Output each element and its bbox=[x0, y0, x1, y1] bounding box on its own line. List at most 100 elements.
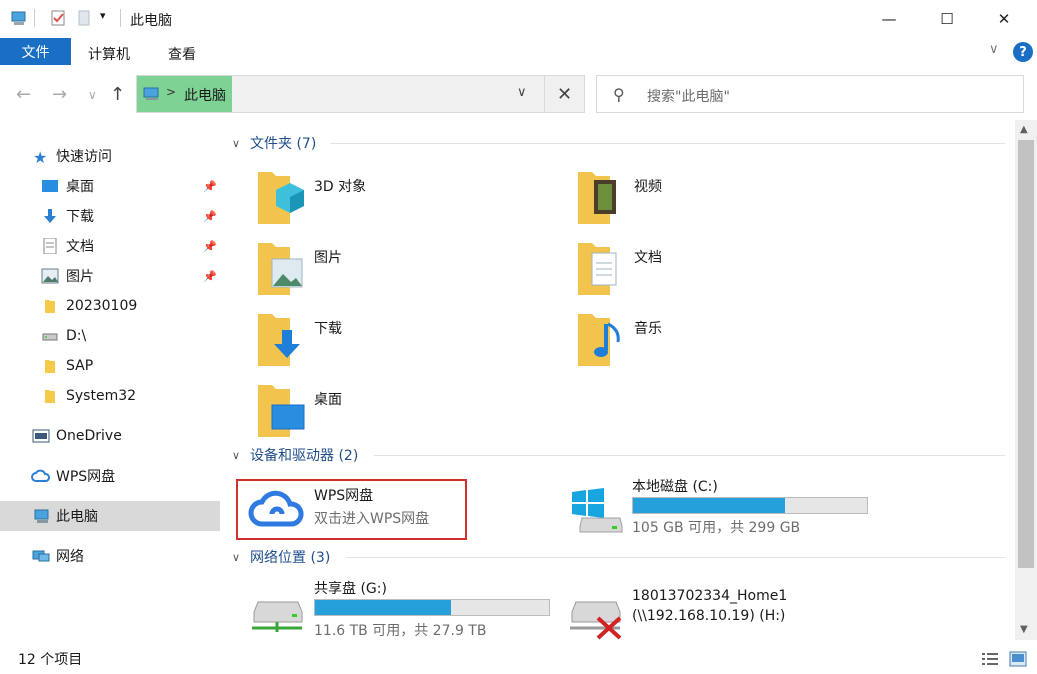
chevron-down-icon[interactable]: ∨ bbox=[232, 551, 250, 564]
help-button[interactable]: ? bbox=[1013, 42, 1033, 62]
pin-icon[interactable]: 📌 bbox=[203, 180, 217, 193]
capacity-bar bbox=[632, 497, 868, 514]
drive-path: (\\192.168.10.19) (H:) bbox=[632, 608, 786, 624]
sidebar-item-label: SAP bbox=[66, 358, 94, 374]
folder-icon bbox=[45, 360, 55, 373]
scroll-up-icon[interactable]: ▲ bbox=[1020, 124, 1028, 135]
sidebar-item-quick-access[interactable]: ★ 快速访问 bbox=[0, 141, 220, 171]
drive-home-h[interactable]: 18013702334_Home1 (\\192.168.10.19) (H:) bbox=[566, 588, 876, 640]
properties-icon[interactable] bbox=[49, 9, 67, 27]
clear-address-button[interactable]: ✕ bbox=[544, 76, 584, 112]
computer-icon bbox=[34, 509, 49, 523]
sidebar-item-pictures[interactable]: 图片 📌 bbox=[0, 261, 220, 291]
tab-file[interactable]: 文件 bbox=[0, 38, 71, 65]
group-header-folders[interactable]: ∨ 文件夹 (7) bbox=[232, 132, 316, 154]
ribbon-tabs: 文件 计算机 查看 ∨ ? bbox=[0, 38, 1037, 68]
large-icons-view-icon[interactable] bbox=[1009, 651, 1027, 667]
sidebar-item-20230109[interactable]: 20230109 bbox=[0, 291, 220, 321]
scroll-down-icon[interactable]: ▼ bbox=[1020, 624, 1028, 635]
video-icon bbox=[578, 172, 616, 224]
scrollbar-thumb[interactable] bbox=[1018, 140, 1034, 568]
drive-wps[interactable]: WPS网盘 双击进入WPS网盘 bbox=[248, 482, 478, 538]
sidebar-item-documents[interactable]: 文档 📌 bbox=[0, 231, 220, 261]
sidebar-item-label: 桌面 bbox=[66, 179, 94, 195]
divider bbox=[374, 455, 1005, 456]
folder-3d-objects[interactable]: 3D 对象 bbox=[256, 166, 556, 232]
sidebar-item-desktop[interactable]: 桌面 📌 bbox=[0, 171, 220, 201]
folder-videos[interactable]: 视频 bbox=[576, 166, 876, 232]
navigation-pane: ★ 快速访问 桌面 📌 下载 📌 文档 📌 图片 📌 20230109 D:\ … bbox=[0, 120, 222, 640]
pin-icon[interactable]: 📌 bbox=[203, 240, 217, 253]
maximize-button[interactable]: ☐ bbox=[924, 0, 970, 38]
folder-label: 图片 bbox=[314, 250, 342, 266]
folder-label: 3D 对象 bbox=[314, 179, 367, 195]
folder-documents[interactable]: 文档 bbox=[576, 237, 876, 303]
folder-label: 文档 bbox=[634, 250, 662, 266]
folder-desktop[interactable]: 桌面 bbox=[256, 379, 556, 445]
sidebar-item-this-pc[interactable]: 此电脑 bbox=[0, 501, 220, 531]
computer-icon bbox=[143, 87, 159, 100]
tab-view[interactable]: 查看 bbox=[168, 44, 196, 64]
pin-icon[interactable]: 📌 bbox=[203, 210, 217, 223]
group-title: 设备和驱动器 (2) bbox=[250, 448, 359, 464]
chevron-down-icon[interactable]: ∨ bbox=[232, 137, 250, 150]
star-icon: ★ bbox=[33, 148, 48, 167]
folder-music[interactable]: 音乐 bbox=[576, 308, 876, 374]
folder-pictures[interactable]: 图片 bbox=[256, 237, 556, 303]
drive-label: WPS网盘 bbox=[314, 488, 374, 504]
address-path[interactable]: 此电脑 bbox=[184, 85, 226, 105]
sidebar-item-label: 下载 bbox=[66, 209, 94, 225]
sidebar-item-system32[interactable]: System32 bbox=[0, 381, 220, 411]
address-field[interactable] bbox=[232, 76, 544, 112]
sidebar-item-onedrive[interactable]: OneDrive bbox=[0, 421, 220, 451]
sidebar-item-downloads[interactable]: 下载 📌 bbox=[0, 201, 220, 231]
up-button[interactable]: ↑ bbox=[110, 84, 125, 105]
search-box[interactable]: ⚲ 搜索"此电脑" bbox=[596, 75, 1024, 113]
vertical-scrollbar[interactable]: ▲ ▼ bbox=[1015, 120, 1037, 640]
status-bar: 12 个项目 bbox=[0, 645, 1037, 674]
divider bbox=[120, 9, 121, 27]
address-dropdown-icon[interactable]: ∨ bbox=[517, 85, 527, 100]
drive-space: 105 GB 可用，共 299 GB bbox=[632, 520, 801, 536]
folder-icon bbox=[45, 390, 55, 403]
drive-subtitle: 双击进入WPS网盘 bbox=[314, 511, 430, 527]
tab-computer[interactable]: 计算机 bbox=[88, 44, 130, 64]
chevron-right-icon[interactable]: > bbox=[166, 85, 176, 99]
window-title: 此电脑 bbox=[130, 13, 172, 29]
windows-drive-icon bbox=[572, 488, 623, 533]
minimize-button[interactable]: — bbox=[866, 0, 912, 38]
picture-icon bbox=[41, 268, 59, 284]
address-bar[interactable]: > 此电脑 ∨ ✕ bbox=[136, 75, 585, 113]
sidebar-item-sap[interactable]: SAP bbox=[0, 351, 220, 381]
drive-share-g[interactable]: 共享盘 (G:) 11.6 TB 可用，共 27.9 TB bbox=[248, 578, 558, 640]
group-header-network[interactable]: ∨ 网络位置 (3) bbox=[232, 546, 330, 568]
capacity-bar bbox=[314, 599, 550, 616]
search-input[interactable]: 搜索"此电脑" bbox=[647, 86, 730, 106]
details-view-icon[interactable] bbox=[981, 651, 999, 667]
sidebar-item-d-drive[interactable]: D:\ bbox=[0, 321, 220, 351]
close-button[interactable]: ✕ bbox=[981, 0, 1027, 38]
divider bbox=[34, 9, 35, 27]
group-header-devices[interactable]: ∨ 设备和驱动器 (2) bbox=[232, 444, 358, 466]
content-pane: ∨ 文件夹 (7) 3D 对象 视频 图片 文档 下载 音乐 桌面 ∨ 设备和驱… bbox=[222, 120, 1015, 640]
drive-label: 18013702334_Home1 bbox=[632, 588, 788, 604]
drive-local-c[interactable]: 本地磁盘 (C:) 105 GB 可用，共 299 GB bbox=[566, 476, 876, 536]
chevron-down-icon[interactable]: ∨ bbox=[232, 449, 250, 462]
new-folder-icon[interactable] bbox=[75, 9, 93, 27]
computer-icon[interactable] bbox=[10, 9, 28, 27]
folder-label: 音乐 bbox=[634, 321, 662, 337]
search-icon: ⚲ bbox=[613, 85, 625, 104]
sidebar-item-label: 20230109 bbox=[66, 298, 138, 314]
pin-icon[interactable]: 📌 bbox=[203, 270, 217, 283]
network-drive-icon bbox=[252, 601, 303, 632]
recent-locations-button[interactable]: ∨ bbox=[88, 88, 97, 102]
network-icon bbox=[32, 550, 50, 562]
customize-toolbar-icon[interactable]: ▾ bbox=[100, 9, 106, 22]
sidebar-item-wps[interactable]: WPS网盘 bbox=[0, 461, 220, 491]
forward-button[interactable]: → bbox=[52, 84, 67, 105]
sidebar-item-label: 图片 bbox=[66, 269, 94, 285]
sidebar-item-network[interactable]: 网络 bbox=[0, 541, 220, 571]
folder-downloads[interactable]: 下载 bbox=[256, 308, 556, 374]
expand-ribbon-icon[interactable]: ∨ bbox=[989, 42, 999, 57]
back-button[interactable]: ← bbox=[16, 84, 31, 105]
